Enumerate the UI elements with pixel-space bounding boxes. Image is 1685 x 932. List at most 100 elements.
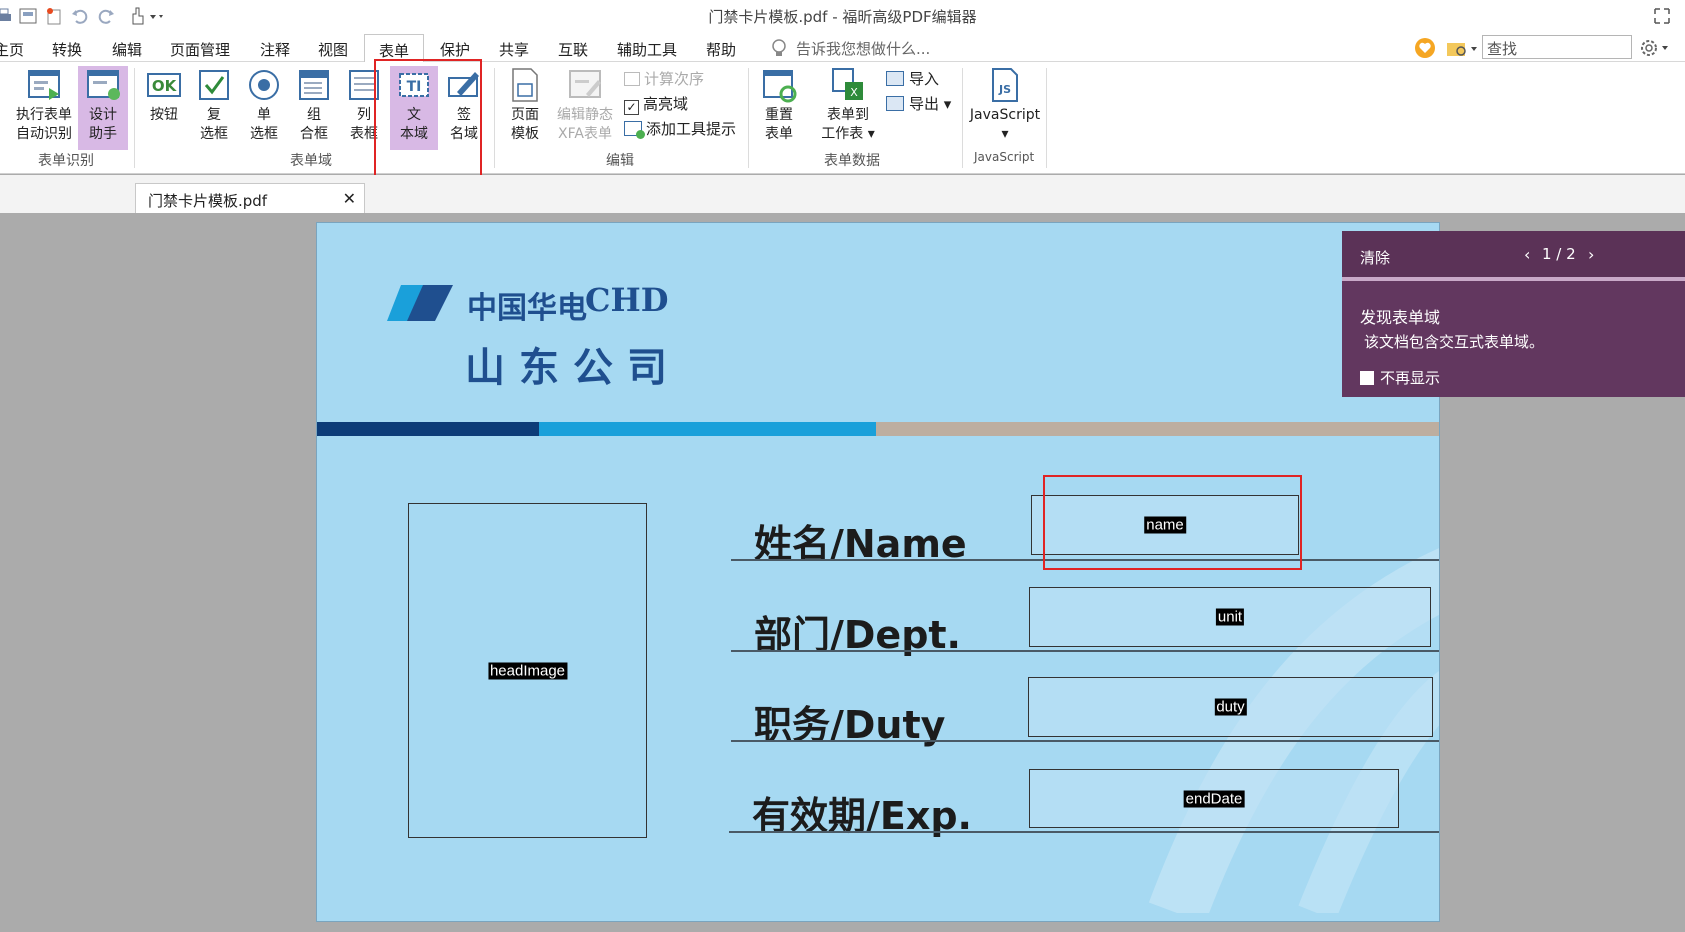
label-line-2: 助手 — [89, 126, 117, 142]
checked-checkbox-icon: ✓ — [624, 100, 639, 115]
menu-comment[interactable]: 注释 — [260, 39, 290, 60]
prev-arrow-icon[interactable]: ‹ — [1524, 245, 1530, 264]
form-recognition-icon — [25, 66, 63, 104]
dropdown-arrow-icon: ▾ — [939, 95, 952, 113]
folder-search-icon[interactable] — [1445, 37, 1479, 59]
add-tooltip-button[interactable]: 添加工具提示 — [624, 118, 736, 139]
menu-page-organize[interactable]: 页面管理 — [170, 39, 230, 60]
calculation-order-button[interactable]: 计算次序 — [624, 68, 704, 89]
enddate-text-field[interactable]: endDate — [1029, 769, 1399, 828]
menu-connect[interactable]: 互联 — [558, 39, 588, 60]
ok-button-icon: OK — [145, 66, 183, 104]
export-label: 导出 — [909, 95, 940, 113]
group-separator — [494, 68, 495, 168]
stripe-tan — [876, 422, 1439, 436]
pdf-page: 中国华电 CHD 山东公司 headImage 姓名/Name name 部门/… — [316, 222, 1440, 922]
checkbox-icon — [195, 66, 233, 104]
export-icon — [886, 96, 904, 111]
label-line-1: 页面 — [511, 107, 539, 123]
ribbon-toolbar: 执行表单 自动识别 设计 助手 表单识别 OK 按钮 复 选框 单 选框 组 合… — [0, 62, 1685, 174]
menu-view[interactable]: 视图 — [318, 39, 348, 60]
window-title: 门禁卡片模板.pdf - 福昕高级PDF编辑器 — [708, 8, 977, 26]
unit-field-id: unit — [1215, 608, 1245, 626]
photo-field-name: headImage — [487, 662, 568, 679]
page-counter: 1 / 2 — [1542, 245, 1576, 263]
checkbox-icon — [1360, 371, 1374, 385]
design-assistant-button[interactable]: 设计 助手 — [78, 66, 128, 150]
label-line-2: 自动识别 — [16, 126, 72, 142]
page-templates-button[interactable]: 页面 模板 — [502, 66, 548, 144]
duty-underline — [731, 740, 1439, 742]
export-button[interactable]: 导出 ▾ — [886, 93, 951, 114]
settings-gear-icon[interactable] — [1638, 37, 1678, 59]
to-sheet-label: 工作表 — [821, 126, 864, 142]
calc-order-label: 计算次序 — [644, 70, 705, 88]
label-line-2: 工作表 ▾ — [812, 125, 884, 144]
reset-form-button[interactable]: 重置 表单 — [756, 66, 802, 144]
group-separator — [134, 68, 135, 168]
radio-button-tool[interactable]: 单 选框 — [242, 66, 286, 144]
next-arrow-icon[interactable]: › — [1588, 245, 1594, 264]
menu-edit[interactable]: 编辑 — [112, 39, 142, 60]
group-label-javascript: JavaScript — [974, 150, 1035, 164]
menu-accessibility[interactable]: 辅助工具 — [617, 39, 677, 60]
fullscreen-icon[interactable] — [1652, 6, 1672, 26]
javascript-file-icon: JS — [986, 66, 1024, 104]
import-button[interactable]: 导入 — [886, 68, 939, 89]
document-tab-strip: 门禁卡片模板.pdf ✕ — [0, 175, 1685, 213]
menu-convert[interactable]: 转换 — [52, 39, 82, 60]
unit-text-field[interactable]: unit — [1029, 587, 1431, 647]
push-button-tool[interactable]: OK 按钮 — [142, 66, 186, 125]
dept-underline — [731, 650, 1439, 652]
logo-english-abbrev: CHD — [585, 281, 669, 319]
combo-box-tool[interactable]: 组 合框 — [292, 66, 336, 144]
add-tooltip-icon — [624, 121, 645, 139]
logo-chinese-name: 中国华电 — [467, 291, 587, 326]
title-bar: 门禁卡片模板.pdf - 福昕高级PDF编辑器 — [0, 0, 1685, 32]
label-line-2: 模板 — [511, 126, 539, 142]
group-label-form-data: 表单数据 — [824, 153, 880, 169]
label-line-1: 单 — [257, 107, 271, 123]
edit-static-xfa-button[interactable]: 编辑静态 XFA表单 — [550, 66, 620, 144]
group-separator — [748, 68, 749, 168]
reset-form-icon — [760, 66, 798, 104]
design-assistant-icon — [84, 66, 122, 104]
javascript-button[interactable]: JS JavaScript ▾ — [968, 66, 1042, 144]
run-form-recognition-button[interactable]: 执行表单 自动识别 — [10, 66, 78, 144]
combo-box-icon — [295, 66, 333, 104]
duty-text-field[interactable]: duty — [1028, 677, 1433, 737]
calc-order-icon — [624, 72, 640, 86]
dont-show-again-checkbox[interactable]: 不再显示 — [1360, 367, 1440, 388]
search-input[interactable]: 查找 — [1482, 35, 1632, 59]
close-icon[interactable]: ✕ — [343, 189, 356, 208]
dropdown-arrow-icon: ▾ — [1001, 126, 1009, 142]
label-line-1: 复 — [207, 107, 221, 123]
photo-field[interactable]: headImage — [408, 503, 647, 838]
label-line-1: 重置 — [765, 107, 793, 123]
tell-me-input[interactable]: 告诉我您想做什么... — [796, 38, 930, 59]
label-line-1: 编辑静态 — [557, 107, 613, 123]
document-tab[interactable]: 门禁卡片模板.pdf ✕ — [135, 183, 365, 213]
label-line-2: 选框 — [200, 126, 228, 142]
form-to-sheet-button[interactable]: X 表单到 工作表 ▾ — [812, 66, 884, 144]
menu-home[interactable]: 主页 — [0, 39, 24, 60]
checkbox-tool[interactable]: 复 选框 — [192, 66, 236, 144]
menu-help[interactable]: 帮助 — [706, 39, 736, 60]
dont-show-again-label: 不再显示 — [1380, 369, 1441, 387]
heart-icon[interactable] — [1414, 37, 1436, 59]
form-to-sheet-icon: X — [829, 66, 867, 104]
highlight-fields-toggle[interactable]: ✓ 高亮域 — [624, 93, 688, 115]
group-separator — [962, 68, 963, 168]
label-line-2: 合框 — [300, 126, 328, 142]
xfa-form-icon — [566, 66, 604, 104]
clear-button[interactable]: 清除 — [1360, 247, 1390, 268]
import-label: 导入 — [909, 70, 940, 88]
menu-share[interactable]: 共享 — [499, 39, 529, 60]
add-tooltip-label: 添加工具提示 — [646, 120, 737, 138]
menu-protect[interactable]: 保护 — [440, 39, 470, 60]
notification-header: 清除 ‹ 1 / 2 › — [1342, 231, 1685, 281]
svg-text:JS: JS — [998, 83, 1011, 96]
stripe-light-blue — [539, 422, 876, 436]
group-label-form-fields: 表单域 — [290, 153, 332, 169]
group-separator — [1046, 68, 1047, 168]
